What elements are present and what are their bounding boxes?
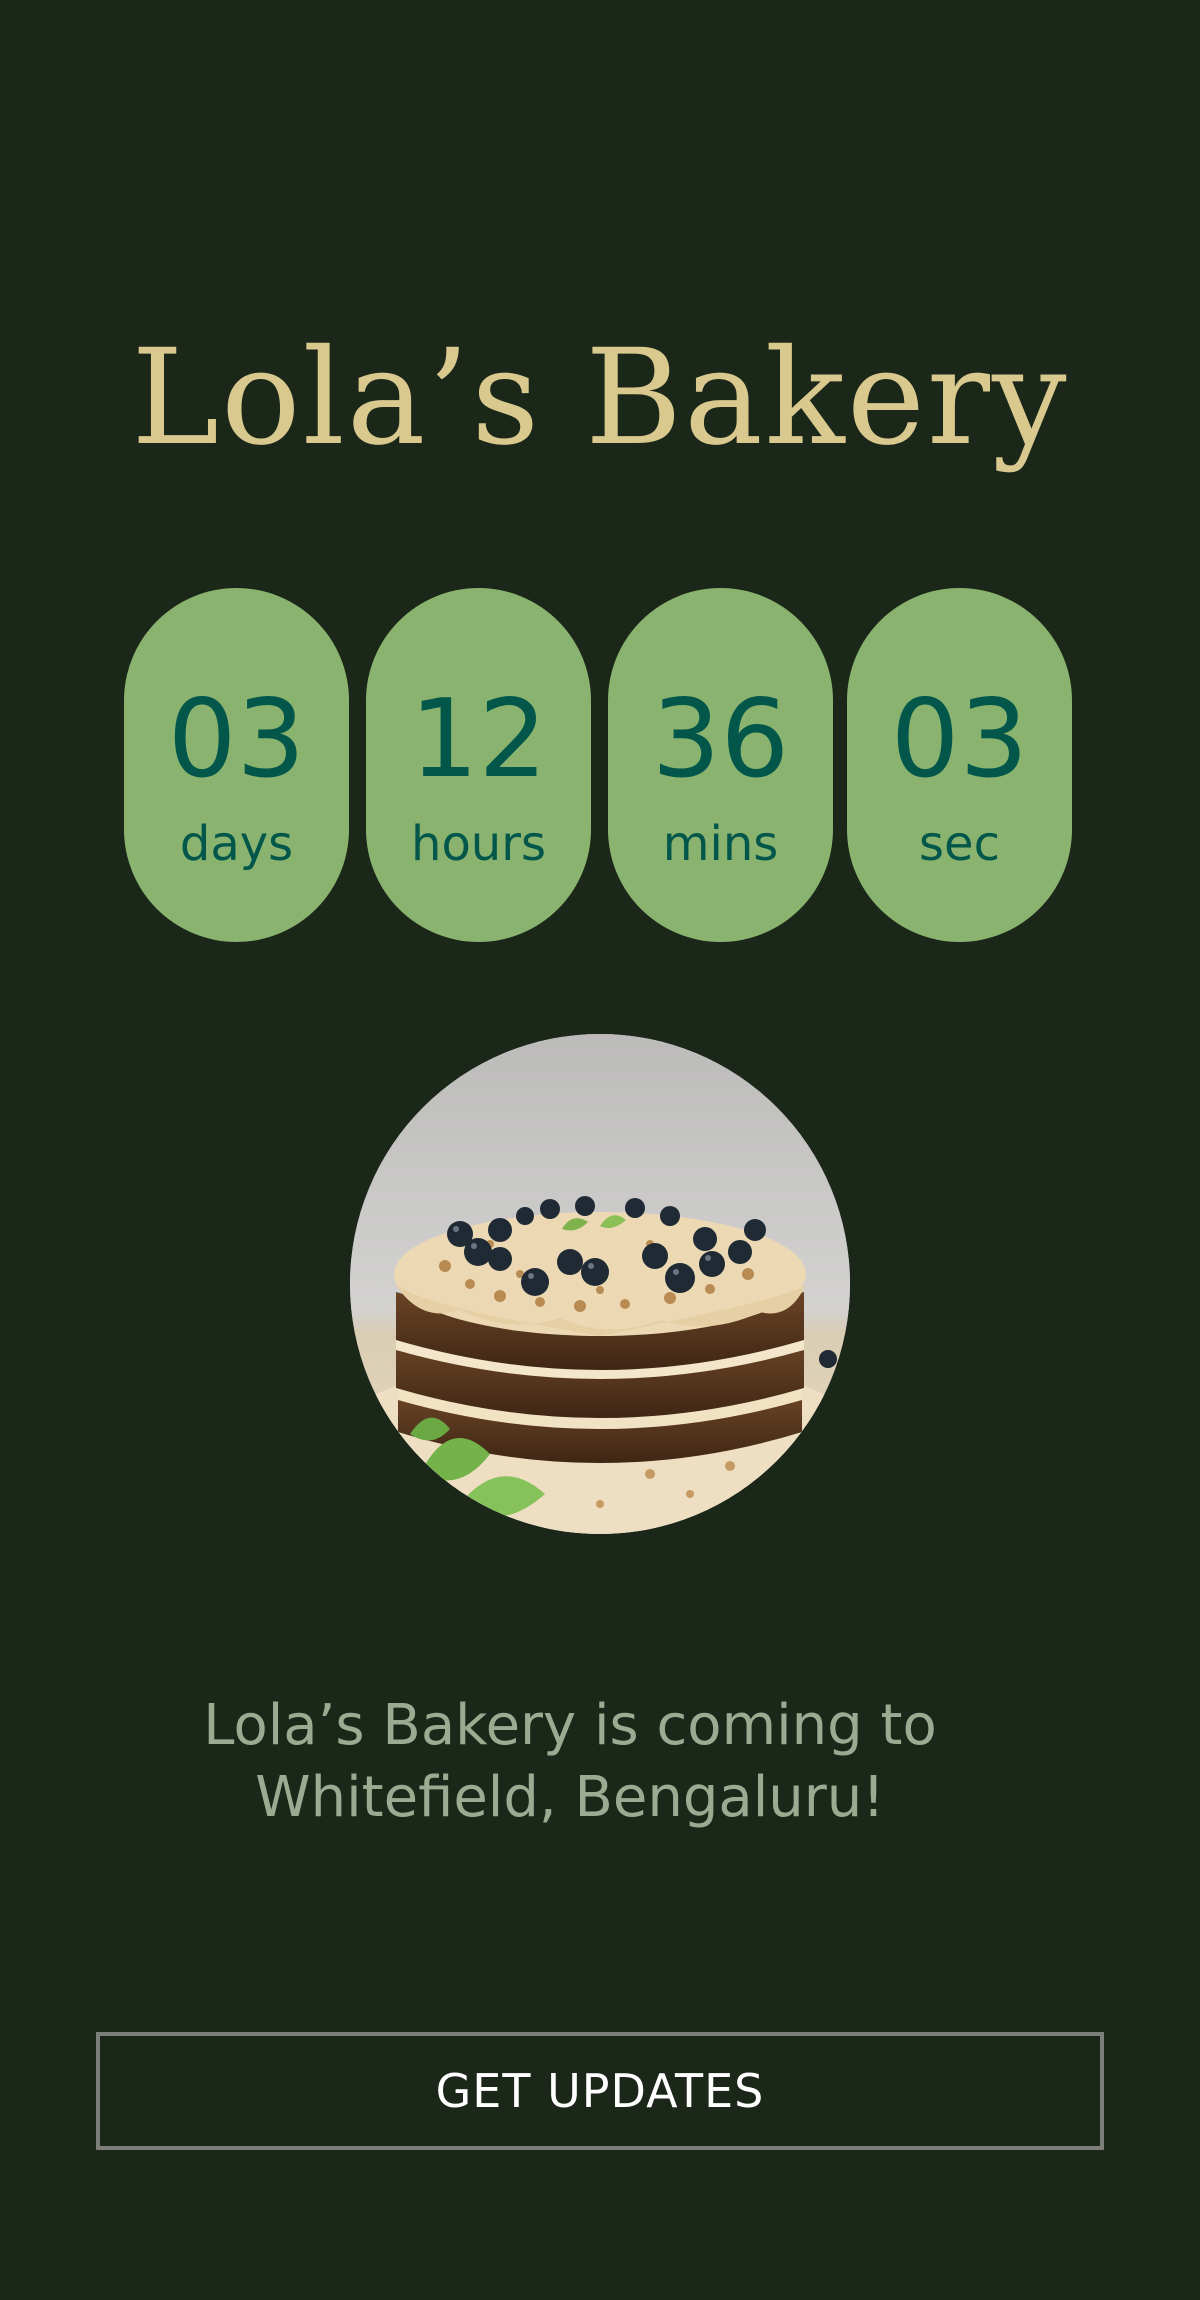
- announcement-line-2: Whitefield, Bengaluru!: [255, 1765, 885, 1830]
- countdown-days: 03 days: [124, 588, 349, 942]
- countdown-hours-value: 12: [409, 677, 548, 802]
- countdown-sec: 03 sec: [847, 588, 1072, 942]
- countdown-mins-label: mins: [662, 816, 779, 872]
- countdown-hours-label: hours: [411, 816, 546, 872]
- countdown-timer: 03 days 12 hours 36 mins 03 sec: [124, 588, 1072, 942]
- countdown-days-value: 03: [167, 677, 306, 802]
- cake-illustration: [350, 1034, 850, 1534]
- announcement-text: Lola’s Bakery is coming to Whitefield, B…: [150, 1690, 990, 1834]
- countdown-sec-label: sec: [919, 816, 1000, 872]
- countdown-hours: 12 hours: [366, 588, 591, 942]
- countdown-mins-value: 36: [651, 677, 790, 802]
- get-updates-button[interactable]: GET UPDATES: [96, 2032, 1104, 2150]
- countdown-days-label: days: [179, 816, 294, 872]
- page-title: Lola’s Bakery: [131, 321, 1069, 475]
- countdown-mins: 36 mins: [608, 588, 833, 942]
- announcement-line-1: Lola’s Bakery is coming to: [203, 1693, 937, 1758]
- cake-photo: [350, 1034, 850, 1534]
- countdown-sec-value: 03: [890, 677, 1029, 802]
